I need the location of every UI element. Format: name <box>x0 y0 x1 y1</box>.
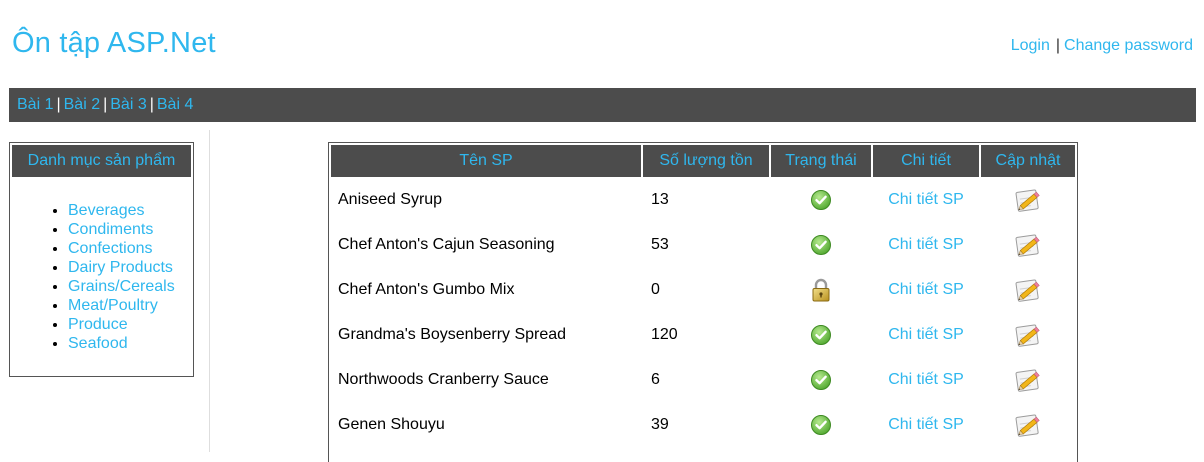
column-divider <box>209 130 210 452</box>
col-header-update: Cập nhật <box>981 145 1075 177</box>
update-cell <box>981 222 1075 267</box>
col-header-detail: Chi tiết <box>873 145 979 177</box>
product-name: Chef Anton's Gumbo Mix <box>338 280 515 298</box>
nav-item-bai-3[interactable]: Bài 3 <box>110 96 146 113</box>
product-stock-qty: 120 <box>651 325 678 343</box>
login-link[interactable]: Login <box>1011 37 1050 54</box>
product-stock-qty: 53 <box>651 235 669 253</box>
detail-cell: Chi tiết SP <box>873 357 979 402</box>
check-circle-icon <box>810 234 832 255</box>
nav-separator: | <box>149 96 154 113</box>
col-header-status: Trạng thái <box>771 145 871 177</box>
list-item: Dairy Products <box>68 258 175 277</box>
main-nav-bar: Bài 1 | Bài 2 | Bài 3 | Bài 4 <box>9 88 1196 122</box>
pencil-note-icon[interactable] <box>1013 279 1043 302</box>
pencil-note-icon[interactable] <box>1013 369 1043 392</box>
col-header-stock-qty: Số lượng tồn <box>643 145 769 177</box>
account-links: Login | Change password <box>1011 37 1193 55</box>
product-name: Grandma's Boysenberry Spread <box>338 325 567 343</box>
product-name: Aniseed Syrup <box>338 190 443 208</box>
lock-icon <box>810 278 832 301</box>
category-link-beverages[interactable]: Beverages <box>68 202 145 219</box>
product-panel: Tên SP Số lượng tồn Trạng thái Chi tiết … <box>328 142 1078 462</box>
nav-separator: | <box>103 96 108 113</box>
detail-link[interactable]: Chi tiết SP <box>888 416 964 433</box>
table-row: Grandma's Boysenberry Spread 120 Chi tiế… <box>331 312 1075 357</box>
product-table-body: Aniseed Syrup 13 Chi tiết SP Chef Anton'… <box>331 177 1075 447</box>
check-circle-icon <box>810 414 832 435</box>
update-cell <box>981 402 1075 447</box>
detail-cell: Chi tiết SP <box>873 402 979 447</box>
nav-separator: | <box>56 96 61 113</box>
list-item: Condiments <box>68 220 175 239</box>
site-title: Ôn tập ASP.Net <box>12 27 216 59</box>
category-panel-title: Danh mục sản phẩm <box>12 145 191 177</box>
list-item: Meat/Poultry <box>68 296 175 315</box>
product-stock-qty: 6 <box>651 370 660 388</box>
detail-link[interactable]: Chi tiết SP <box>888 191 964 208</box>
category-link-produce[interactable]: Produce <box>68 316 128 333</box>
account-separator: | <box>1055 37 1061 54</box>
status-cell <box>771 357 871 402</box>
list-item: Beverages <box>68 201 175 220</box>
col-header-product-name: Tên SP <box>331 145 641 177</box>
check-circle-icon <box>810 369 832 390</box>
product-stock-qty: 0 <box>651 280 660 298</box>
detail-link[interactable]: Chi tiết SP <box>888 371 964 388</box>
category-link-meat-poultry[interactable]: Meat/Poultry <box>68 297 158 314</box>
table-header-row: Tên SP Số lượng tồn Trạng thái Chi tiết … <box>331 145 1075 177</box>
check-circle-icon <box>810 189 832 210</box>
update-cell <box>981 312 1075 357</box>
category-link-seafood[interactable]: Seafood <box>68 335 128 352</box>
status-cell <box>771 177 871 222</box>
product-stock-qty: 13 <box>651 190 669 208</box>
product-stock-qty: 39 <box>651 415 669 433</box>
detail-link[interactable]: Chi tiết SP <box>888 236 964 253</box>
product-table: Tên SP Số lượng tồn Trạng thái Chi tiết … <box>329 145 1077 447</box>
status-cell <box>771 222 871 267</box>
update-cell <box>981 357 1075 402</box>
list-item: Confections <box>68 239 175 258</box>
category-list: Beverages Condiments Confections Dairy P… <box>36 201 175 353</box>
table-row: Chef Anton's Gumbo Mix 0 Chi tiết SP <box>331 267 1075 312</box>
nav-item-bai-4[interactable]: Bài 4 <box>157 96 193 113</box>
list-item: Seafood <box>68 334 175 353</box>
table-row: Northwoods Cranberry Sauce 6 Chi tiết SP <box>331 357 1075 402</box>
category-link-confections[interactable]: Confections <box>68 240 153 257</box>
pencil-note-icon[interactable] <box>1013 234 1043 257</box>
table-row: Aniseed Syrup 13 Chi tiết SP <box>331 177 1075 222</box>
nav-item-bai-2[interactable]: Bài 2 <box>64 96 100 113</box>
status-cell <box>771 267 871 312</box>
table-row: Chef Anton's Cajun Seasoning 53 Chi tiết… <box>331 222 1075 267</box>
list-item: Produce <box>68 315 175 334</box>
category-link-grains-cereals[interactable]: Grains/Cereals <box>68 278 175 295</box>
list-item: Grains/Cereals <box>68 277 175 296</box>
detail-cell: Chi tiết SP <box>873 177 979 222</box>
update-cell <box>981 267 1075 312</box>
nav-item-bai-1[interactable]: Bài 1 <box>17 96 53 113</box>
table-row: Genen Shouyu 39 Chi tiết SP <box>331 402 1075 447</box>
status-cell <box>771 312 871 357</box>
detail-cell: Chi tiết SP <box>873 312 979 357</box>
category-link-dairy-products[interactable]: Dairy Products <box>68 259 173 276</box>
pencil-note-icon[interactable] <box>1013 414 1043 437</box>
product-name: Northwoods Cranberry Sauce <box>338 370 549 388</box>
detail-cell: Chi tiết SP <box>873 267 979 312</box>
category-panel: Danh mục sản phẩm Beverages Condiments C… <box>9 142 194 377</box>
check-circle-icon <box>810 324 832 345</box>
nav-items: Bài 1 | Bài 2 | Bài 3 | Bài 4 <box>17 96 193 114</box>
pencil-note-icon[interactable] <box>1013 189 1043 212</box>
detail-link[interactable]: Chi tiết SP <box>888 326 964 343</box>
product-name: Chef Anton's Cajun Seasoning <box>338 235 555 253</box>
update-cell <box>981 177 1075 222</box>
pencil-note-icon[interactable] <box>1013 324 1043 347</box>
change-password-link[interactable]: Change password <box>1064 37 1193 54</box>
category-link-condiments[interactable]: Condiments <box>68 221 153 238</box>
status-cell <box>771 402 871 447</box>
product-name: Genen Shouyu <box>338 415 445 433</box>
detail-cell: Chi tiết SP <box>873 222 979 267</box>
detail-link[interactable]: Chi tiết SP <box>888 281 964 298</box>
